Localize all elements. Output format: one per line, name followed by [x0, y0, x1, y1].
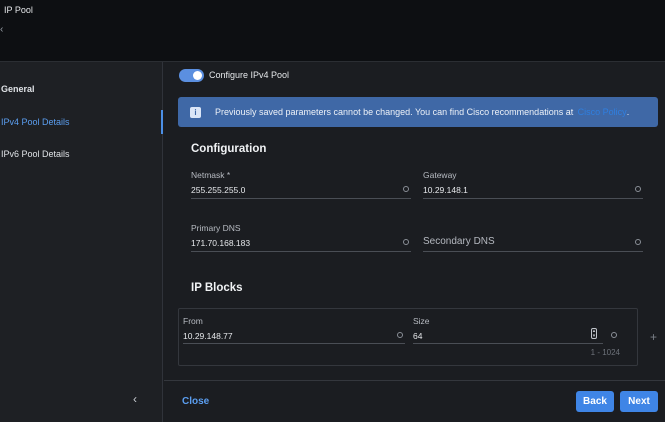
netmask-field[interactable]: Netmask * 255.255.255.0 — [191, 170, 411, 199]
toggle-knob — [193, 70, 202, 80]
sidebar-item-ipv4-pool-details[interactable]: IPv4 Pool Details — [0, 110, 163, 134]
primary-dns-field[interactable]: Primary DNS 171.70.168.183 — [191, 223, 411, 252]
active-indicator — [161, 110, 163, 134]
from-field[interactable]: From 10.29.148.77 — [183, 316, 405, 344]
from-input[interactable]: 10.29.148.77 — [183, 331, 233, 341]
sidebar-item-general[interactable]: General — [0, 77, 163, 101]
page-title: IP Pool — [4, 5, 33, 15]
from-underline — [183, 343, 405, 344]
secondary-dns-field[interactable]: Secondary DNS — [423, 223, 643, 252]
size-label: Size — [413, 316, 430, 326]
main-panel: Configure IPv4 Pool i Previously saved p… — [164, 62, 665, 380]
configure-ipv4-toggle-row: Configure IPv4 Pool — [179, 68, 289, 82]
ip-blocks-heading: IP Blocks — [191, 282, 243, 294]
add-block-icon[interactable]: + — [650, 330, 657, 344]
primary-dns-label: Primary DNS — [191, 223, 241, 233]
collapse-sidebar-chevron-icon[interactable]: ‹ — [133, 392, 137, 406]
size-input[interactable]: 64 — [413, 331, 422, 341]
netmask-label: Netmask * — [191, 170, 231, 180]
sidebar-item-ipv6-pool-details[interactable]: IPv6 Pool Details — [0, 142, 163, 166]
info-circle-icon — [611, 332, 617, 338]
secondary-dns-underline — [423, 251, 643, 252]
primary-dns-underline — [191, 251, 411, 252]
netmask-input[interactable]: 255.255.255.0 — [191, 185, 245, 195]
info-banner: i Previously saved parameters cannot be … — [178, 97, 658, 127]
close-button[interactable]: Close — [182, 396, 209, 407]
banner-message: Previously saved parameters cannot be ch… — [215, 107, 574, 117]
info-circle-icon — [635, 186, 641, 192]
back-button[interactable]: Back — [576, 391, 614, 412]
size-stepper-icon[interactable]: ▴ ▾ — [591, 328, 597, 339]
info-circle-icon — [397, 332, 403, 338]
gateway-field[interactable]: Gateway 10.29.148.1 — [423, 170, 643, 199]
configure-ipv4-label: Configure IPv4 Pool — [209, 70, 290, 80]
configuration-heading: Configuration — [191, 143, 267, 155]
size-underline — [413, 343, 603, 344]
info-circle-icon — [403, 186, 409, 192]
info-icon: i — [190, 106, 201, 118]
gateway-label: Gateway — [423, 170, 457, 180]
gateway-underline — [423, 198, 643, 199]
banner-trailing: . — [626, 107, 630, 117]
info-circle-icon — [403, 239, 409, 245]
from-label: From — [183, 316, 203, 326]
size-range-hint: 1 - 1024 — [590, 348, 620, 357]
secondary-dns-input[interactable]: Secondary DNS — [423, 236, 495, 247]
info-circle-icon — [635, 239, 641, 245]
sidebar: General IPv4 Pool Details IPv6 Pool Deta… — [0, 62, 163, 422]
gateway-input[interactable]: 10.29.148.1 — [423, 185, 468, 195]
configure-ipv4-toggle[interactable] — [179, 68, 204, 82]
primary-dns-input[interactable]: 171.70.168.183 — [191, 238, 250, 248]
netmask-underline — [191, 198, 411, 199]
size-field[interactable]: Size 64 ▴ ▾ — [413, 316, 619, 344]
banner-link[interactable]: Cisco Policy — [578, 107, 627, 117]
back-chevron-icon[interactable]: ‹ — [0, 24, 3, 35]
next-button[interactable]: Next — [620, 391, 658, 412]
footer: Close Back Next — [164, 380, 665, 422]
page-header: IP Pool ‹ — [0, 0, 665, 62]
